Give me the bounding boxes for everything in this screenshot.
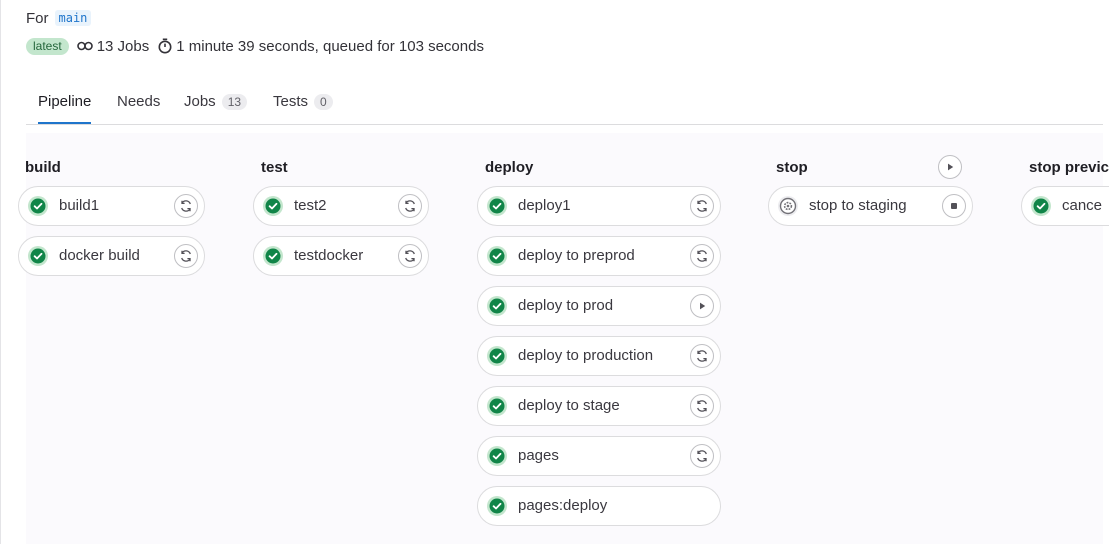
retry-job-button[interactable] [690, 344, 714, 368]
left-border [0, 0, 1, 544]
tests-count-badge: 0 [314, 93, 333, 110]
job-cance[interactable]: cance [1021, 186, 1109, 226]
tab-label: Tests [273, 93, 309, 110]
stage-title-deploy: deploy [485, 159, 534, 176]
stage-title-stop: stop [776, 159, 808, 176]
clock-icon [158, 38, 172, 54]
retry-job-button[interactable] [690, 394, 714, 418]
jobs-count-badge: 13 [221, 93, 248, 110]
retry-icon [697, 400, 707, 412]
retry-job-button[interactable] [174, 194, 198, 218]
pipeline-icon [76, 40, 93, 52]
tab-jobs[interactable]: Jobs 13 [184, 80, 248, 123]
tab-needs[interactable]: Needs [117, 80, 160, 123]
retry-job-button[interactable] [690, 244, 714, 268]
retry-icon [405, 250, 415, 262]
play-icon [700, 302, 706, 310]
job-deploy-to-preprod[interactable]: deploy to preprod [477, 236, 721, 276]
stage-title-build: build [25, 159, 61, 176]
status-passed-icon [487, 496, 507, 516]
job-build1[interactable]: build1 [18, 186, 205, 226]
retry-job-button[interactable] [174, 244, 198, 268]
job-name: stop to staging [809, 197, 907, 214]
stop-icon [951, 203, 957, 209]
branch-link[interactable]: main [54, 10, 92, 26]
retry-job-button[interactable] [398, 244, 422, 268]
pipeline-tabs: Pipeline Needs Jobs 13 Tests 0 [26, 80, 1103, 125]
job-name: test2 [294, 197, 327, 214]
job-name: deploy1 [518, 197, 571, 214]
job-name: deploy to production [518, 347, 654, 364]
status-passed-icon [28, 246, 48, 266]
play-icon [948, 163, 954, 171]
status-passed-icon [487, 396, 507, 416]
job-name: deploy to prod [518, 297, 614, 314]
job-stop-to-staging[interactable]: stop to staging [768, 186, 973, 226]
job-name: pages [518, 447, 559, 464]
retry-icon [405, 200, 415, 212]
job-name: cance [1062, 197, 1103, 214]
stop-job-button[interactable] [942, 194, 966, 218]
job-deploy-to-prod[interactable]: deploy to prod [477, 286, 721, 326]
job-name: testdocker [294, 247, 364, 264]
job-pages-deploy[interactable]: pages:deploy [477, 486, 721, 526]
job-name: docker build [59, 247, 140, 264]
retry-icon [697, 350, 707, 362]
status-passed-icon [28, 196, 48, 216]
play-job-button[interactable] [690, 294, 714, 318]
job-deploy-to-stage[interactable]: deploy to stage [477, 386, 721, 426]
stage-play-button[interactable] [938, 155, 962, 179]
status-passed-icon [263, 196, 283, 216]
job-deploy1[interactable]: deploy1 [477, 186, 721, 226]
job-name: deploy to preprod [518, 247, 635, 264]
retry-job-button[interactable] [398, 194, 422, 218]
tab-label: Needs [117, 93, 161, 110]
tab-pipeline[interactable]: Pipeline [38, 80, 92, 124]
status-passed-icon [1031, 196, 1051, 216]
job-deploy-to-production[interactable]: deploy to production [477, 336, 721, 376]
jobs-summary: 13 Jobs [96, 37, 150, 55]
tab-label: Pipeline [38, 93, 92, 110]
status-passed-icon [487, 346, 507, 366]
tab-label: Jobs [184, 93, 216, 110]
status-passed-icon [487, 196, 507, 216]
job-pages[interactable]: pages [477, 436, 721, 476]
tab-tests[interactable]: Tests 0 [273, 80, 333, 123]
job-test2[interactable]: test2 [253, 186, 429, 226]
retry-job-button[interactable] [690, 194, 714, 218]
job-name: deploy to stage [518, 397, 620, 414]
status-passed-icon [487, 446, 507, 466]
for-label: For [26, 9, 49, 27]
retry-icon [697, 200, 707, 212]
stage-title-test: test [261, 159, 288, 176]
retry-icon [181, 200, 191, 212]
status-passed-icon [263, 246, 283, 266]
branch-line: For main [26, 9, 92, 27]
retry-icon [697, 250, 707, 262]
latest-badge: latest [26, 37, 69, 55]
job-testdocker[interactable]: testdocker [253, 236, 429, 276]
status-manual-icon [778, 196, 798, 216]
stage-title-stop-previc: stop previc [1029, 159, 1109, 176]
job-docker-build[interactable]: docker build [18, 236, 205, 276]
status-passed-icon [487, 296, 507, 316]
retry-icon [181, 250, 191, 262]
job-name: build1 [59, 197, 100, 214]
pipeline-duration: 1 minute 39 seconds, queued for 103 seco… [176, 37, 484, 55]
job-name: pages:deploy [518, 497, 608, 514]
retry-job-button[interactable] [690, 444, 714, 468]
status-passed-icon [487, 246, 507, 266]
pipeline-meta: latest 13 Jobs 1 minute 39 seconds, queu… [26, 37, 484, 55]
retry-icon [697, 450, 707, 462]
